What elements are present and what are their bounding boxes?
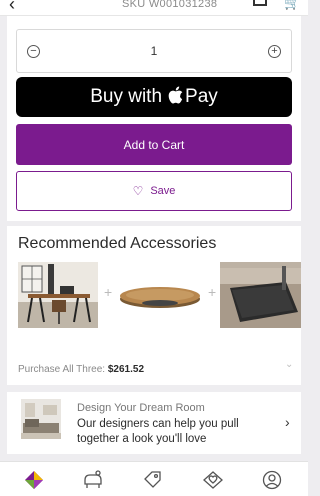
minus-icon[interactable]: −: [27, 44, 40, 58]
save-button[interactable]: ♡ Save: [16, 171, 292, 211]
desk-room-image[interactable]: [18, 262, 98, 328]
anti-fatigue-mat-image[interactable]: [220, 262, 301, 328]
box-icon[interactable]: [253, 0, 267, 6]
plus-icon[interactable]: +: [268, 44, 281, 58]
plus-separator: +: [104, 284, 113, 300]
design-room-body: Our designers can help you pull together…: [77, 418, 239, 445]
total-label: Purchase All Three:: [18, 364, 106, 375]
sku-label: SKU W001031238: [122, 0, 218, 10]
apple-logo-icon: [168, 86, 183, 109]
design-room-title: Design Your Dream Room: [77, 402, 205, 414]
save-label: Save: [150, 185, 176, 197]
quantity-stepper: − 1 +: [16, 29, 292, 73]
recommended-accessories: Recommended Accessories + + Purchase All…: [7, 226, 301, 385]
quantity-value[interactable]: 1: [151, 44, 158, 58]
wobble-board-image[interactable]: [116, 262, 204, 328]
sale-tag-icon[interactable]: [143, 470, 165, 490]
room-thumbnail: [21, 399, 61, 439]
home-logo-icon[interactable]: [24, 470, 46, 490]
accessory-row: + +: [18, 262, 301, 328]
apple-pay-button[interactable]: Buy with Pay: [16, 77, 292, 117]
apple-pay-prefix: Buy with: [90, 86, 163, 107]
total-price: $261.52: [107, 364, 145, 375]
plus-separator: +: [208, 284, 217, 300]
purchase-card: − 1 + Buy with Pay Add to Cart ♡ Save: [7, 16, 301, 221]
account-icon[interactable]: [262, 470, 284, 490]
purchase-all-total: Purchase All Three: $261.52: [18, 364, 144, 375]
add-to-cart-label: Add to Cart: [123, 137, 185, 152]
section-title: Recommended Accessories: [18, 235, 217, 252]
bottom-nav: [0, 461, 308, 496]
chevron-right-icon[interactable]: ›: [285, 414, 290, 430]
cart-icon[interactable]: 🛒: [284, 0, 300, 11]
chevron-left-icon[interactable]: ‹: [9, 0, 15, 15]
heart-icon: ♡: [132, 184, 144, 198]
rooms-icon[interactable]: [82, 470, 104, 490]
chevron-down-icon[interactable]: ⌄: [285, 359, 293, 370]
design-room-card[interactable]: Design Your Dream Room Our designers can…: [7, 392, 301, 454]
top-bar: ‹ SKU W001031238 🛒: [0, 0, 308, 16]
product-page: ‹ SKU W001031238 🛒 − 1 + Buy with Pay Ad…: [0, 0, 308, 496]
apple-pay-suffix: Pay: [185, 86, 218, 107]
favorites-icon[interactable]: [202, 470, 224, 490]
add-to-cart-button[interactable]: Add to Cart: [16, 124, 292, 165]
